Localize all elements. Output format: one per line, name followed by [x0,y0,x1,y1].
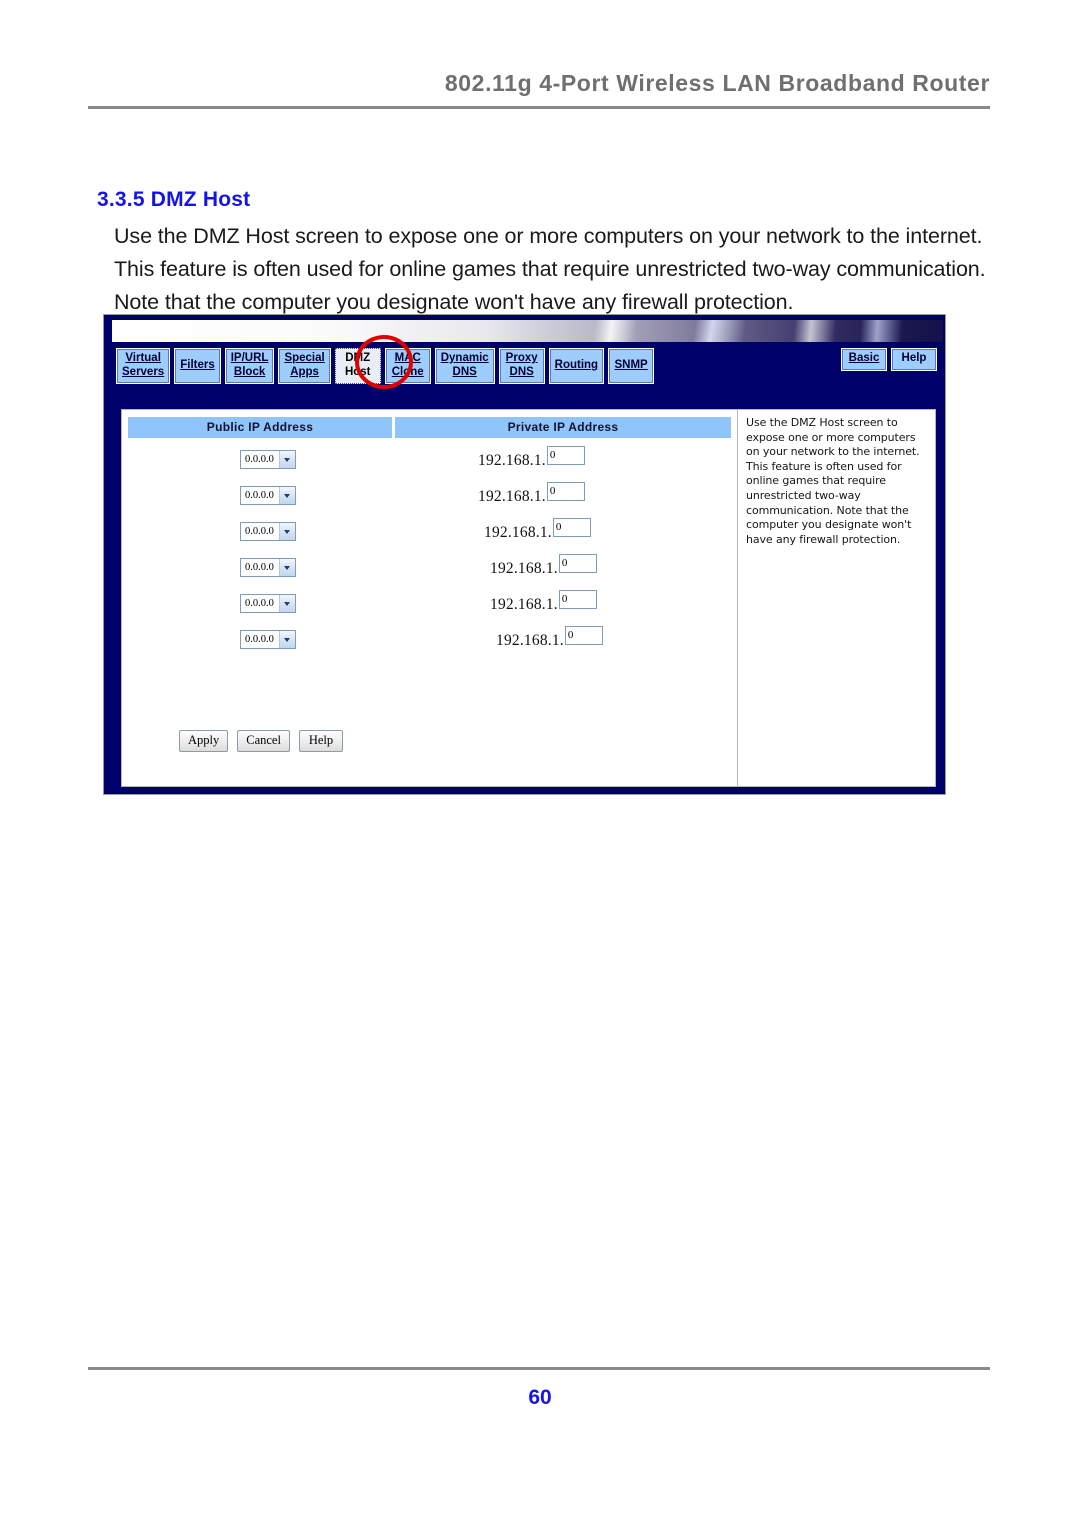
nav-button-label: Routing [554,358,599,371]
nav-button-routing[interactable]: Routing [548,348,605,384]
form-action-buttons: Apply Cancel Help [179,730,343,752]
nav-button-label: DNS [452,365,477,378]
private-ip-group: 192.168.1. 0 [478,446,585,470]
nav-button-label: Dynamic [440,352,489,364]
private-ip-octet-input[interactable]: 0 [552,518,591,537]
private-ip-prefix: 192.168.1. [478,452,546,469]
private-ip-group: 192.168.1. 0 [484,518,591,542]
private-ip-prefix: 192.168.1. [484,524,552,541]
navbar-secondary-group: Basic Help [841,348,937,371]
public-ip-select-value: 0.0.0.0 [245,454,274,465]
chevron-down-icon[interactable] [278,595,295,612]
private-ip-prefix: 192.168.1. [478,488,546,505]
cancel-button[interactable]: Cancel [237,730,290,752]
public-ip-select-value: 0.0.0.0 [245,562,274,573]
nav-button-help[interactable]: Help [891,348,937,371]
public-ip-select-value: 0.0.0.0 [245,634,274,645]
manual-page: 802.11g 4-Port Wireless LAN Broadband Ro… [0,0,1080,1528]
nav-button-label: Block [233,365,266,378]
section-heading: 3.3.5 DMZ Host [97,188,251,211]
table-row: 0.0.0.0 192.168.1. 0 [128,552,731,588]
router-ui-screenshot: Virtual Servers Filters IP/URL Block Special A… [103,314,946,795]
private-ip-octet-input[interactable]: 0 [564,626,603,645]
public-ip-select[interactable]: 0.0.0.0 [240,630,296,649]
nav-button-label: DNS [509,365,534,378]
nav-button-label: Clone [391,365,424,378]
nav-button-label: SNMP [614,358,648,371]
chevron-down-icon[interactable] [278,631,295,648]
nav-button-label: Help [901,352,927,364]
help-panel: Use the DMZ Host screen to expose one or… [746,416,920,546]
public-ip-select-value: 0.0.0.0 [245,526,274,537]
router-navbar: Virtual Servers Filters IP/URL Block Special A… [112,343,943,403]
private-ip-group: 192.168.1. 0 [478,482,585,506]
footer-divider [88,1367,990,1370]
table-row: 0.0.0.0 192.168.1. 0 [128,480,731,516]
private-ip-prefix: 192.168.1. [496,632,564,649]
public-ip-select-value: 0.0.0.0 [245,598,274,609]
private-ip-group: 192.168.1. 0 [490,590,597,614]
private-ip-prefix: 192.168.1. [490,560,558,577]
nav-button-filters[interactable]: Filters [174,348,221,384]
public-ip-select[interactable]: 0.0.0.0 [240,558,296,577]
nav-button-special-apps[interactable]: Special Apps [278,348,331,384]
table-row: 0.0.0.0 192.168.1. 0 [128,588,731,624]
column-header-public-ip: Public IP Address [128,417,392,438]
nav-button-label: Virtual [125,352,161,364]
chevron-down-icon[interactable] [278,451,295,468]
nav-button-label: Special [284,352,325,364]
private-ip-prefix: 192.168.1. [490,596,558,613]
nav-button-dmz-host[interactable]: DMZ Host [334,348,381,384]
chevron-down-icon[interactable] [278,523,295,540]
nav-button-ip-url-block[interactable]: IP/URL Block [224,348,275,384]
table-row: 0.0.0.0 192.168.1. 0 [128,516,731,552]
nav-button-label: Servers [122,365,165,378]
nav-button-label: Basic [848,352,880,364]
nav-button-mac-clone[interactable]: MAC Clone [384,348,431,384]
apply-button[interactable]: Apply [179,730,229,752]
router-ui-frame: Virtual Servers Filters IP/URL Block Special A… [104,315,945,794]
nav-button-label: Apps [290,365,319,378]
public-ip-select[interactable]: 0.0.0.0 [240,522,296,541]
document-header-title: 802.11g 4-Port Wireless LAN Broadband Ro… [444,70,990,96]
table-row: 0.0.0.0 192.168.1. 0 [128,624,731,660]
router-brand-banner [112,320,943,342]
nav-button-label: Host [344,365,371,378]
public-ip-select[interactable]: 0.0.0.0 [240,486,296,505]
page-number: 60 [528,1386,552,1409]
router-content-area: Public IP Address Private IP Address 0.0… [121,409,936,787]
nav-button-proxy-dns[interactable]: Proxy DNS [498,348,545,384]
nav-button-label: Filters [180,358,215,371]
private-ip-octet-input[interactable]: 0 [558,554,597,573]
public-ip-select-value: 0.0.0.0 [245,490,274,501]
private-ip-octet-input[interactable]: 0 [546,482,585,501]
navbar-primary-group: Virtual Servers Filters IP/URL Block Special A… [116,348,655,384]
column-header-private-ip: Private IP Address [395,417,731,438]
nav-button-label: Proxy [505,352,538,364]
public-ip-select[interactable]: 0.0.0.0 [240,594,296,613]
nav-button-label: DMZ [345,352,371,364]
nav-button-label: MAC [394,352,421,364]
table-row: 0.0.0.0 192.168.1. 0 [128,444,731,480]
table-header-row: Public IP Address Private IP Address [128,417,731,438]
private-ip-group: 192.168.1. 0 [496,626,603,650]
nav-button-label: IP/URL [230,352,269,364]
dmz-host-form: Public IP Address Private IP Address 0.0… [122,410,738,786]
section-paragraph: Use the DMZ Host screen to expose one or… [114,220,994,319]
private-ip-group: 192.168.1. 0 [490,554,597,578]
nav-button-dynamic-dns[interactable]: Dynamic DNS [434,348,495,384]
private-ip-octet-input[interactable]: 0 [546,446,585,465]
nav-button-basic[interactable]: Basic [841,348,887,371]
public-ip-select[interactable]: 0.0.0.0 [240,450,296,469]
header-divider [88,106,990,109]
private-ip-octet-input[interactable]: 0 [558,590,597,609]
nav-button-snmp[interactable]: SNMP [608,348,655,384]
nav-button-virtual-servers[interactable]: Virtual Servers [116,348,171,384]
chevron-down-icon[interactable] [278,487,295,504]
chevron-down-icon[interactable] [278,559,295,576]
dmz-host-entry-rows: 0.0.0.0 192.168.1. 0 0.0.0.0 192.168.1. 0 0.0.… [128,444,731,660]
section-paragraph-text: Use the DMZ Host screen to expose one or… [114,224,986,314]
help-button[interactable]: Help [298,730,343,752]
